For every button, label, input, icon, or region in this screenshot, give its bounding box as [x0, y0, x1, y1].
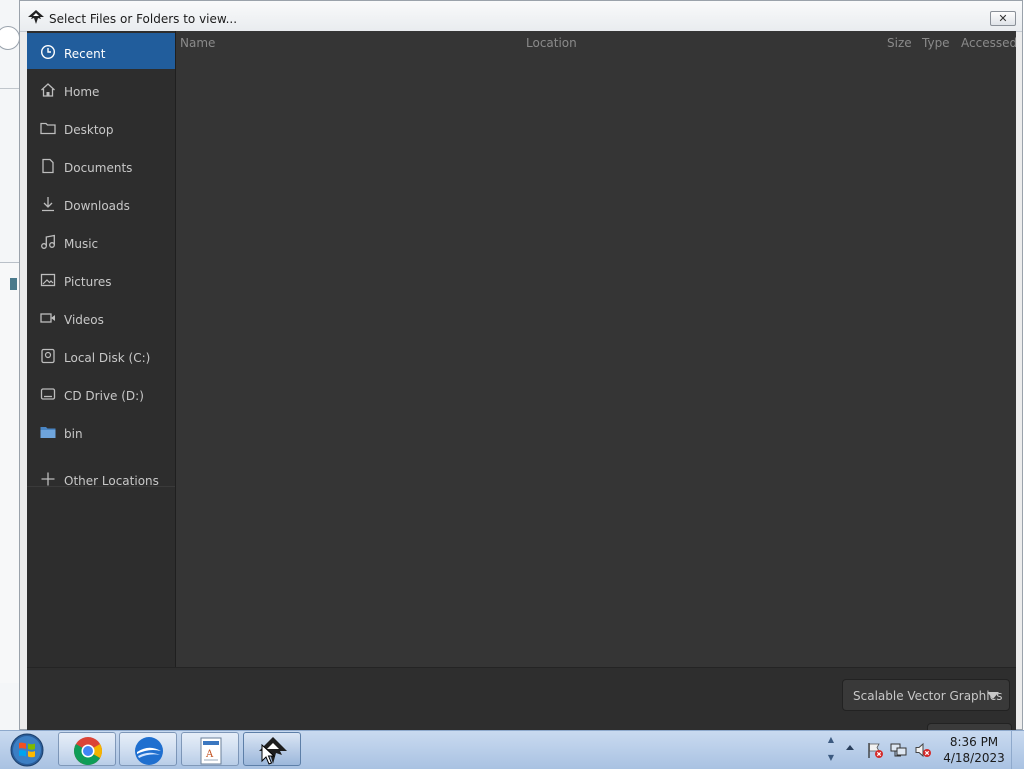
sidebar-item-label: Home — [64, 85, 100, 99]
file-type-filter-dropdown[interactable]: Scalable Vector Graphics — [842, 679, 1010, 711]
folder-icon — [40, 122, 56, 135]
system-clock[interactable]: 8:36 PM 4/18/2023 — [940, 734, 1008, 766]
sidebar-item-label: Documents — [64, 161, 133, 175]
disk-icon — [41, 348, 55, 364]
sidebar-item-label: Downloads — [64, 199, 130, 213]
document-icon — [42, 158, 54, 174]
file-list[interactable]: Name Location Size Type Accessed — [176, 31, 1017, 667]
sidebar-item-local-disk[interactable]: Local Disk (C:) — [27, 337, 175, 373]
column-header-size[interactable]: Size — [887, 36, 912, 50]
show-desktop-button[interactable] — [1011, 731, 1024, 769]
download-icon — [42, 197, 54, 212]
file-chooser-dialog: Select Files or Folders to view... ✕ Rec… — [19, 0, 1023, 736]
column-header-name[interactable]: Name — [180, 36, 215, 50]
sidebar-item-desktop[interactable]: Desktop — [27, 109, 175, 145]
column-header-accessed[interactable]: Accessed — [961, 36, 1017, 50]
cd-drive-icon — [40, 388, 56, 400]
inkscape-icon — [28, 10, 44, 24]
sidebar-item-recent[interactable]: Recent — [27, 33, 175, 69]
clock-time: 8:36 PM — [949, 735, 999, 749]
sidebar-item-videos[interactable]: Videos — [27, 299, 175, 335]
clock-date: 4/18/2023 — [943, 751, 1005, 765]
sidebar-item-home[interactable]: Home — [27, 71, 175, 107]
sidebar-item-other-locations[interactable]: Other Locations — [27, 460, 175, 496]
network-icon[interactable] — [890, 741, 908, 759]
dropdown-arrow-icon — [987, 692, 999, 699]
sidebar-item-label: bin — [64, 427, 83, 441]
close-button[interactable]: ✕ — [990, 11, 1016, 26]
show-hidden-icons-arrow[interactable] — [846, 745, 854, 750]
sidebar-item-music[interactable]: Music — [27, 223, 175, 259]
sidebar-item-label: Recent — [64, 47, 106, 61]
places-sidebar: Recent Home Desktop Documents Downloads … — [27, 31, 176, 667]
thunderbird-icon — [135, 737, 163, 765]
window-title: Select Files or Folders to view... — [49, 12, 238, 26]
sidebar-item-cd-drive[interactable]: CD Drive (D:) — [27, 375, 175, 411]
blue-folder-icon — [40, 427, 56, 438]
sidebar-item-bin[interactable]: bin — [27, 413, 175, 449]
title-bar[interactable]: Select Files or Folders to view... ✕ — [20, 1, 1022, 32]
svg-text:A: A — [205, 749, 214, 760]
sidebar-item-label: Local Disk (C:) — [64, 351, 151, 365]
sidebar-item-documents[interactable]: Documents — [27, 147, 175, 183]
background-mark — [10, 278, 17, 290]
taskbar-thunderbird[interactable] — [119, 732, 177, 766]
volume-muted-icon[interactable] — [914, 741, 932, 759]
taskbar-document-viewer[interactable]: A — [181, 732, 239, 766]
plus-icon — [41, 472, 55, 486]
windows-start-button[interactable] — [7, 732, 47, 768]
home-icon — [41, 83, 55, 97]
background-panel — [0, 262, 20, 683]
dialog-content: Recent Home Desktop Documents Downloads … — [27, 31, 1017, 736]
sidebar-item-label: Desktop — [64, 123, 114, 137]
chrome-icon — [74, 737, 102, 765]
taskbar: A ▲ ▼ 8:36 PM 4/18/2023 — [0, 730, 1024, 769]
sidebar-item-label: CD Drive (D:) — [64, 389, 144, 403]
music-icon — [41, 234, 55, 249]
video-icon — [40, 313, 55, 323]
sidebar-item-label: Other Locations — [64, 474, 159, 488]
taskbar-scroll-arrows[interactable]: ▲ ▼ — [824, 731, 838, 768]
background-divider — [0, 88, 20, 89]
sidebar-item-label: Videos — [64, 313, 104, 327]
sidebar-item-label: Music — [64, 237, 99, 251]
clock-icon — [40, 44, 56, 60]
column-header-location[interactable]: Location — [526, 36, 577, 50]
column-header-type[interactable]: Type — [922, 36, 950, 50]
dialog-footer: Scalable Vector Graphics — [27, 667, 1016, 736]
taskbar-chrome[interactable] — [58, 732, 116, 766]
action-center-flag-icon[interactable] — [866, 741, 884, 759]
sidebar-item-label: Pictures — [64, 275, 112, 289]
sidebar-item-pictures[interactable]: Pictures — [27, 261, 175, 297]
sidebar-item-downloads[interactable]: Downloads — [27, 185, 175, 221]
file-type-filter-value: Scalable Vector Graphics — [853, 689, 1003, 703]
document-viewer-icon: A — [200, 737, 222, 765]
picture-icon — [40, 273, 56, 287]
mouse-cursor-icon — [261, 744, 275, 765]
